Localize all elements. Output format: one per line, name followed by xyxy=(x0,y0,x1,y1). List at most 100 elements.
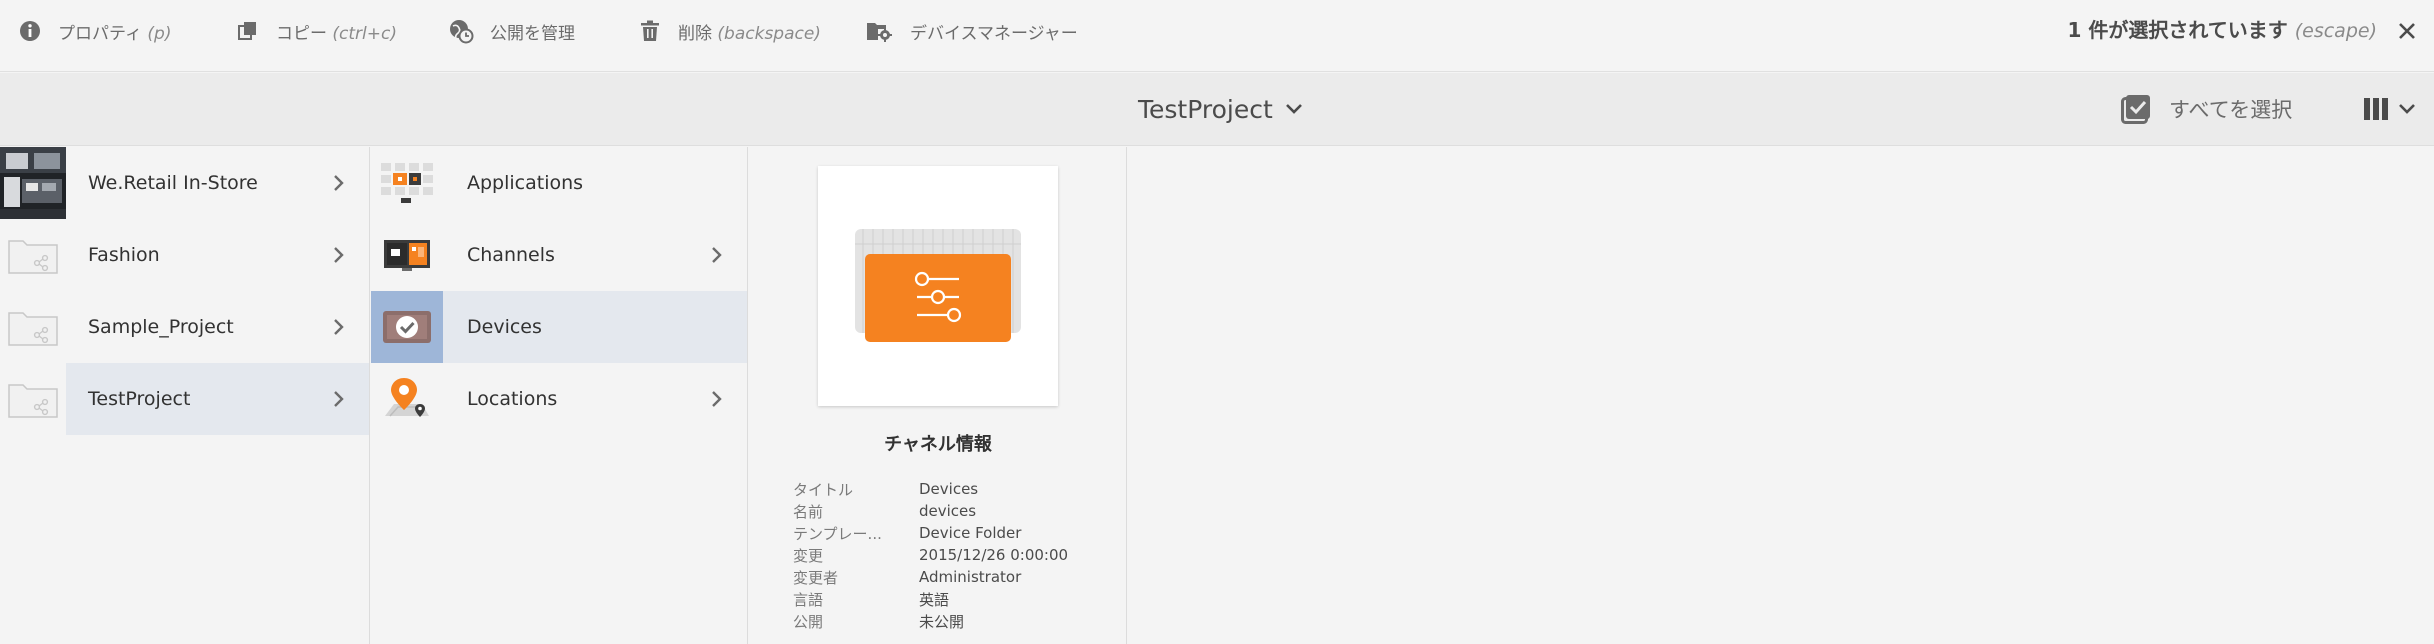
device-manager-label: デバイスマネージャー xyxy=(910,23,1078,44)
manage-publication-button[interactable]: 公開を管理 xyxy=(448,16,575,46)
column-view: We.Retail In-Store Fashion Sample_Projec… xyxy=(0,147,2434,644)
metadata-key: テンプレー... xyxy=(793,524,882,543)
select-all-button[interactable]: すべてを選択 xyxy=(2121,91,2292,127)
properties-button[interactable]: プロパティ (p) xyxy=(18,16,171,46)
thumbnail xyxy=(371,363,443,435)
list-item-label: Channels xyxy=(467,244,555,266)
folder-share-icon xyxy=(8,240,58,274)
properties-shortcut: (p) xyxy=(147,23,172,44)
metadata-row: 公開 未公開 xyxy=(793,610,1113,632)
thumbnail xyxy=(371,291,443,363)
device-sliders-icon xyxy=(855,229,1021,342)
column-project-content: Applications Channels Devices Locations xyxy=(371,147,748,644)
chevron-right-icon xyxy=(334,319,344,335)
list-item[interactable]: Applications xyxy=(371,147,747,219)
folder-gear-icon xyxy=(867,23,892,42)
list-item[interactable]: TestProject xyxy=(0,363,369,435)
metadata-value: Device Folder xyxy=(919,524,1022,542)
metadata-key: 変更者 xyxy=(793,568,839,587)
close-selection-button[interactable] xyxy=(2392,16,2422,46)
delete-shortcut: (backspace) xyxy=(717,23,821,44)
store-photo xyxy=(0,147,66,219)
chevron-down-icon xyxy=(2399,104,2415,114)
chevron-right-icon xyxy=(334,175,344,191)
checkbox-checked-icon xyxy=(2121,95,2150,124)
trash-icon xyxy=(641,20,659,41)
column-projects: We.Retail In-Store Fashion Sample_Projec… xyxy=(0,147,370,644)
thumbnail xyxy=(371,219,443,291)
list-item[interactable]: We.Retail In-Store xyxy=(0,147,369,219)
device-manager-button[interactable]: デバイスマネージャー xyxy=(866,16,1078,46)
metadata-row: 変更 2015/12/26 0:00:00 xyxy=(793,544,1113,566)
list-item-label: Locations xyxy=(467,388,558,410)
thumbnail xyxy=(0,291,66,363)
list-item-label: We.Retail In-Store xyxy=(88,172,258,194)
metadata-value: Administrator xyxy=(919,568,1022,586)
metadata-key: 言語 xyxy=(793,590,824,609)
metadata-row: 言語 英語 xyxy=(793,588,1113,610)
properties-label: プロパティ xyxy=(58,23,142,44)
thumbnail xyxy=(371,147,443,219)
location-pin-icon xyxy=(385,378,429,417)
list-item-label: Fashion xyxy=(88,244,160,266)
list-item-label: Devices xyxy=(467,316,542,338)
folder-share-icon xyxy=(8,312,58,346)
column-preview: チャネル情報 タイトル Devices 名前 devices テンプレー... Dev… xyxy=(749,147,1127,644)
list-item-label: Applications xyxy=(467,172,584,194)
page-title: TestProject xyxy=(1138,94,1273,124)
copy-button[interactable]: コピー (ctrl+c) xyxy=(236,16,397,46)
delete-label: 削除 xyxy=(678,23,712,44)
chevron-right-icon xyxy=(334,391,344,407)
metadata-key: タイトル xyxy=(793,480,854,499)
chevron-down-icon xyxy=(1285,104,1302,114)
delete-button[interactable]: 削除 (backspace) xyxy=(638,16,821,46)
metadata-key: 名前 xyxy=(793,502,824,521)
list-item[interactable]: Channels xyxy=(371,219,747,291)
copy-shortcut: (ctrl+c) xyxy=(332,23,397,44)
metadata-row: タイトル Devices xyxy=(793,478,1113,500)
view-switcher[interactable] xyxy=(2364,91,2416,127)
metadata-key: 変更 xyxy=(793,546,824,565)
thumbnail xyxy=(0,363,66,435)
selection-count: 1 件が選択されています (escape) xyxy=(2067,15,2377,46)
chevron-right-icon xyxy=(712,391,722,407)
list-item[interactable]: Fashion xyxy=(0,219,369,291)
store-thumbnail xyxy=(0,147,66,219)
metadata-list: タイトル Devices 名前 devices テンプレー... Device Fol… xyxy=(793,478,1113,632)
list-item[interactable]: Devices xyxy=(371,291,747,363)
preview-card xyxy=(818,166,1058,406)
metadata-value: Devices xyxy=(919,480,979,498)
metadata-value: 英語 xyxy=(919,590,950,609)
close-icon xyxy=(2399,23,2415,39)
chevron-right-icon xyxy=(712,247,722,263)
metadata-row: テンプレー... Device Folder xyxy=(793,522,1113,544)
copy-label: コピー xyxy=(276,23,327,44)
select-all-label: すべてを選択 xyxy=(2169,98,2293,122)
metadata-row: 変更者 Administrator xyxy=(793,566,1113,588)
metadata-key: 公開 xyxy=(793,612,824,631)
list-item-label: TestProject xyxy=(88,388,191,410)
selection-shortcut: (escape) xyxy=(2294,20,2377,42)
copy-icon xyxy=(238,22,256,40)
list-item[interactable]: Sample_Project xyxy=(0,291,369,363)
project-switcher[interactable]: TestProject xyxy=(1138,91,1303,127)
chevron-right-icon xyxy=(334,247,344,263)
devices-check-icon xyxy=(383,311,431,343)
metadata-value: devices xyxy=(919,502,977,520)
metadata-value: 未公開 xyxy=(919,612,965,631)
selection-toolbar: プロパティ (p) コピー (ctrl+c) 公開を管理 削除 (backspa… xyxy=(0,0,2434,72)
folder-share-icon xyxy=(8,384,58,418)
info-icon xyxy=(20,21,40,41)
list-item[interactable]: Locations xyxy=(371,363,747,435)
thumbnail xyxy=(0,219,66,291)
channels-icon xyxy=(384,240,430,271)
manage-publication-label: 公開を管理 xyxy=(490,23,575,44)
selection-count-text: 1 件が選択されています xyxy=(2067,18,2288,42)
list-item-label: Sample_Project xyxy=(88,316,234,338)
title-bar: TestProject すべてを選択 xyxy=(0,73,2434,146)
empty-column-area xyxy=(1128,147,2434,644)
preview-title: チャネル情報 xyxy=(884,434,992,455)
globe-clock-icon xyxy=(450,20,474,44)
metadata-value: 2015/12/26 0:00:00 xyxy=(919,546,1069,564)
metadata-row: 名前 devices xyxy=(793,500,1113,522)
